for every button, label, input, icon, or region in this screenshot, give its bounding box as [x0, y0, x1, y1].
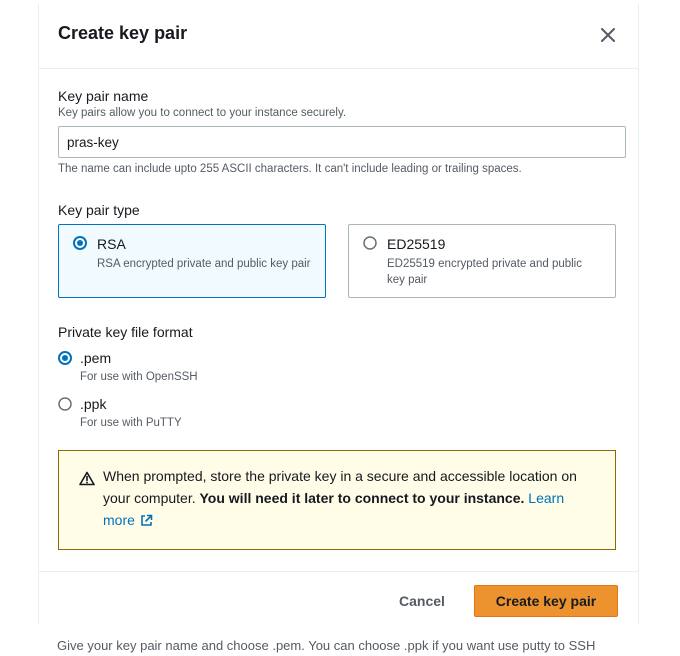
file-format-description-ppk: For use with PuTTY	[80, 417, 182, 429]
create-key-pair-modal: Create key pair Key pair name Key pairs …	[38, 4, 639, 624]
key-pair-type-label: Key pair type	[58, 202, 140, 218]
caption-text: Give your key pair name and choose .pem.…	[57, 638, 596, 653]
warning-alert-emphasis: You will need it later to connect to you…	[199, 490, 525, 506]
modal-header: Create key pair	[39, 4, 638, 69]
key-type-description-ed25519: ED25519 encrypted private and public key…	[387, 258, 582, 286]
warning-alert: When prompted, store the private key in …	[58, 450, 616, 550]
key-type-tile-ed25519[interactable]: ED25519 ED25519 encrypted private and pu…	[348, 224, 616, 298]
key-pair-name-constraint: The name can include upto 255 ASCII char…	[58, 163, 522, 175]
warning-icon	[79, 471, 95, 491]
radio-unchecked-icon[interactable]	[58, 397, 72, 411]
radio-unchecked-icon[interactable]	[363, 236, 377, 250]
radio-checked-icon[interactable]	[58, 351, 72, 365]
key-type-title-ed25519: ED25519	[387, 236, 446, 252]
key-type-tile-rsa[interactable]: RSA RSA encrypted private and public key…	[58, 224, 326, 298]
file-format-option-ppk[interactable]: .ppk For use with PuTTY	[58, 396, 258, 432]
close-icon[interactable]	[599, 26, 617, 44]
file-format-title-pem: .pem	[80, 350, 112, 366]
key-pair-name-description: Key pairs allow you to connect to your i…	[58, 107, 347, 119]
key-type-description-rsa: RSA encrypted private and public key pai…	[97, 258, 311, 270]
radio-checked-icon[interactable]	[73, 236, 87, 250]
create-key-pair-button[interactable]: Create key pair	[474, 585, 618, 617]
key-pair-name-input[interactable]	[58, 126, 626, 158]
key-type-title-rsa: RSA	[97, 236, 126, 252]
external-link-icon	[140, 511, 153, 533]
file-format-title-ppk: .ppk	[80, 396, 107, 412]
key-pair-name-label: Key pair name	[58, 88, 149, 104]
cancel-button[interactable]: Cancel	[386, 585, 458, 617]
file-format-option-pem[interactable]: .pem For use with OpenSSH	[58, 350, 258, 386]
footer-divider	[39, 571, 638, 572]
warning-alert-message: When prompted, store the private key in …	[103, 465, 593, 533]
file-format-label: Private key file format	[58, 324, 193, 340]
modal-title: Create key pair	[58, 23, 188, 43]
page: Create key pair Key pair name Key pairs …	[0, 0, 680, 656]
file-format-description-pem: For use with OpenSSH	[80, 371, 198, 383]
